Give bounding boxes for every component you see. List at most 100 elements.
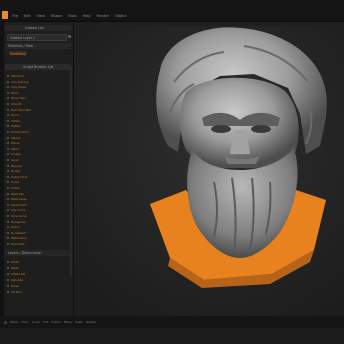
brush-icon [7, 231, 9, 234]
item-icon [7, 261, 9, 263]
viewport[interactable] [74, 22, 344, 316]
brush-list-item-label: Mask Lasso [11, 197, 27, 202]
brush-list-item[interactable]: Mask Lasso [7, 197, 27, 201]
lower-list-item[interactable]: Surface [7, 290, 22, 294]
brush-list-item[interactable]: Crease [7, 152, 21, 156]
brush-list-item[interactable]: ZRemesher [7, 236, 27, 240]
status-label-frame[interactable]: Frame [51, 320, 60, 324]
subtool-search-value: Subtool Layer 1 [10, 35, 36, 40]
brush-list-item[interactable]: Select Rect [7, 203, 27, 207]
brush-list-item[interactable]: Snake Hook [7, 175, 28, 179]
menu-item-help[interactable]: Help [83, 14, 91, 18]
brush-list-item-label: Snake Hook [11, 174, 28, 179]
brush-list-item[interactable]: Curve [7, 180, 19, 184]
brush-list-item[interactable]: DynaMesh [7, 231, 26, 235]
brush-list-item[interactable]: Slice Curve [7, 214, 27, 218]
brush-list-item[interactable]: Inflate [7, 119, 20, 123]
status-label-persp[interactable]: Persp [10, 320, 18, 324]
brush-list-item[interactable]: Magnify [7, 164, 22, 168]
brush-list-item[interactable]: Move [7, 91, 19, 95]
subtool-panel: Subtool List Subtool Layer 1 Materials /… [4, 22, 74, 316]
brush-list-item[interactable]: Standard [7, 74, 24, 78]
menu-item-object[interactable]: Object [115, 14, 126, 18]
status-label-local[interactable]: Local [32, 320, 40, 324]
brush-list-item[interactable]: hPolish [7, 136, 21, 140]
status-label-rotate[interactable]: Rotate [86, 320, 96, 324]
brush-icon [7, 119, 9, 122]
brush-list-item-label: Clay Buildup [11, 79, 29, 84]
menu-item-file[interactable]: File [12, 14, 18, 18]
mode-tag[interactable]: Modelling [9, 51, 27, 56]
menu-item-tools[interactable]: Tools [68, 14, 77, 18]
brush-list-item-label: Clay Tubes [11, 85, 26, 90]
brush-icon [7, 75, 9, 77]
item-icon [7, 291, 9, 293]
brush-list-item[interactable]: Clay Tubes [7, 85, 26, 89]
brush-list-item[interactable]: Move Topo [7, 96, 26, 100]
brush-list-item-label: Standard [11, 74, 24, 78]
brush-list-item[interactable]: Transpose [7, 220, 25, 224]
brush-icon [7, 243, 9, 245]
brush-list-item-label: Pinch [11, 113, 19, 118]
menu-item-view[interactable]: View [37, 14, 45, 18]
menu-item-edit[interactable]: Edit [24, 14, 31, 18]
brush-list-item[interactable]: Smooth [7, 102, 22, 106]
status-label-move[interactable]: Move [64, 320, 72, 324]
brush-icon [7, 80, 9, 83]
panel-scrollbar[interactable] [70, 66, 72, 276]
app-logo-icon[interactable] [2, 11, 8, 19]
brush-list-item-label: DynaMesh [11, 230, 26, 235]
status-label-scale[interactable]: Scale [75, 320, 83, 324]
brush-list-item[interactable]: Layer [7, 158, 19, 162]
brush-list-item-label: Smooth [11, 102, 22, 106]
panel-header-label: Subtool List [25, 26, 44, 30]
lower-list-item[interactable]: Inflate Bal [7, 272, 25, 276]
brush-list-item[interactable]: Gizmo [7, 225, 20, 229]
brush-list-item[interactable]: Planar [7, 141, 20, 145]
brush-list-item-label: Decimate [11, 242, 25, 246]
menu-item-shape[interactable]: Shape [51, 14, 62, 18]
lower-list-item[interactable]: Polish [7, 260, 19, 264]
brush-group-header[interactable]: Sculpt Brushes List [5, 64, 71, 70]
brush-list-item-label: Curve [11, 180, 20, 185]
brush-icon [7, 108, 9, 111]
lower-list-item[interactable]: Noise [7, 284, 19, 288]
brush-icon [7, 237, 9, 240]
brush-list-item[interactable]: Mask Pen [7, 192, 24, 196]
lower-list-item[interactable]: Relax [7, 266, 19, 270]
menu-item-render[interactable]: Render [97, 14, 109, 18]
brush-list-item[interactable]: Flatten [7, 124, 21, 128]
status-icon[interactable] [4, 320, 7, 324]
status-label-floor[interactable]: Floor [21, 320, 28, 324]
brush-list-item-label: Gizmo [11, 225, 20, 230]
status-label-xyz[interactable]: XYZ [43, 320, 49, 324]
mode-tag-label: Modelling [10, 51, 26, 56]
lower-section-header[interactable]: Layers / Deformation [5, 250, 71, 256]
brush-list-item-label: Nudge [11, 169, 21, 174]
brush-list-item-label: Planar [11, 141, 20, 146]
brush-list-item-label: TrimDynamic [11, 130, 30, 134]
brush-list-item-label: Layer [11, 158, 19, 162]
brush-list-item[interactable]: Clay Buildup [7, 80, 29, 84]
lower-section-label: Layers / Deformation [8, 251, 42, 255]
item-icon [7, 267, 9, 269]
settings-icon[interactable] [68, 35, 71, 38]
section-label: Materials / Rmtl [8, 44, 34, 48]
subtool-search-field[interactable]: Subtool Layer 1 [7, 34, 67, 41]
brush-list-item[interactable]: Decimate [7, 242, 24, 246]
brush-list-item[interactable]: Clip Curve [7, 208, 25, 212]
brush-list-item[interactable]: TrimDynamic [7, 130, 29, 134]
brush-icon [7, 187, 9, 189]
brush-list-item-label: Magnify [11, 163, 23, 168]
brush-list-item-label: Select Rect [11, 202, 27, 207]
brush-list-item[interactable]: Chisel [7, 186, 19, 190]
brush-list-item[interactable]: Dam Standard [7, 108, 31, 112]
brush-icon [7, 181, 9, 184]
brush-list-item[interactable]: Pinch [7, 113, 19, 117]
brush-icon [7, 164, 9, 167]
brush-icon [7, 175, 9, 178]
lower-list-item[interactable]: Spherize [7, 278, 23, 282]
brush-list-item[interactable]: Slash [7, 147, 19, 151]
brush-icon [7, 103, 9, 105]
brush-list-item[interactable]: Nudge [7, 169, 20, 173]
